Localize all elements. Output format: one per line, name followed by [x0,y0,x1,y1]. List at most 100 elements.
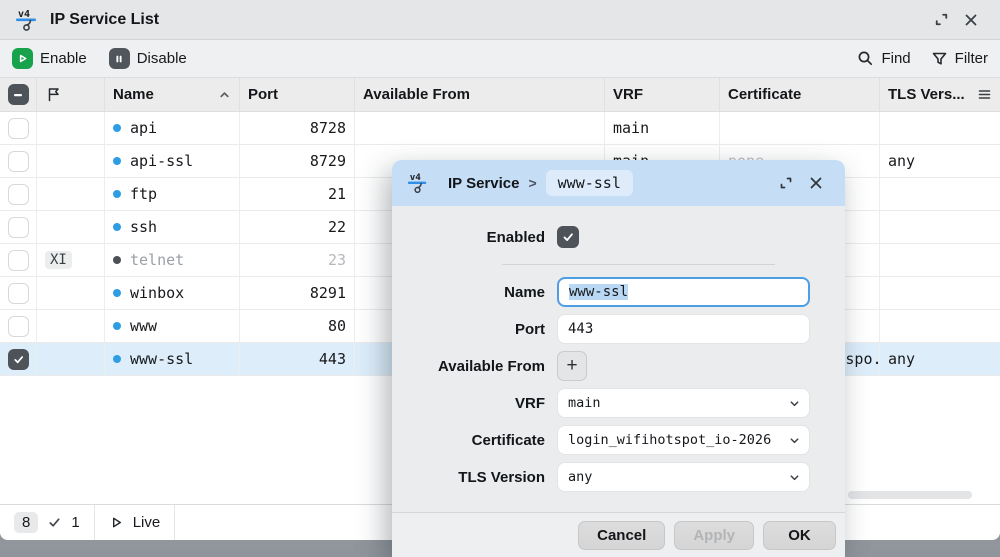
tls-column-label: TLS Vers... [888,86,965,103]
port-column-label: Port [248,86,278,103]
service-port: 21 [328,185,346,203]
column-header-port[interactable]: Port [240,78,355,111]
close-button[interactable] [956,6,986,34]
row-name-cell: ssh [105,211,240,243]
svg-text:v4: v4 [18,9,30,20]
certificate-select[interactable]: login_wifihotspot_io-2026 [557,425,810,455]
status-bullet-icon [113,223,121,231]
tls-version-label: TLS Version [392,469,545,486]
service-port: 23 [328,251,346,269]
row-flags-cell [37,112,105,144]
toolbar: Enable Disable Find [0,40,1000,78]
row-flags-cell [37,145,105,177]
name-input[interactable]: www-ssl [557,277,810,307]
row-port-cell: 21 [240,178,355,210]
port-value: 443 [568,321,593,337]
horizontal-scrollbar[interactable] [848,491,972,499]
certificate-value: login_wifihotspot_io-2026 [568,432,788,448]
disable-button[interactable]: Disable [109,48,187,69]
row-name-cell: winbox [105,277,240,309]
row-checkbox-cell [0,145,37,177]
service-port: 80 [328,317,346,335]
sort-asc-icon [218,88,231,101]
cancel-button[interactable]: Cancel [578,521,665,550]
close-icon [808,175,824,191]
service-name: api [130,119,157,137]
find-button[interactable]: Find [857,50,910,67]
maximize-button[interactable] [926,6,956,34]
row-checkbox[interactable] [8,316,29,337]
selected-count: 1 [71,514,79,531]
row-checkbox[interactable] [8,118,29,139]
column-header-vrf[interactable]: VRF [605,78,720,111]
check-icon [12,353,25,366]
row-checkbox[interactable] [8,151,29,172]
select-all-checkbox[interactable] [0,78,37,111]
vrf-label: VRF [392,395,545,412]
search-icon [857,50,874,67]
dialog-body: Enabled Name www-ssl Port 443 [392,206,845,492]
status-bullet-icon [113,190,121,198]
service-port: 8291 [310,284,346,302]
name-column-label: Name [113,86,154,103]
row-checkbox-cell [0,244,37,276]
indeterminate-checkbox-icon [8,84,29,105]
column-settings-icon[interactable] [977,87,992,102]
column-header-tls[interactable]: TLS Vers... [880,78,1000,111]
check-icon [561,230,575,244]
service-port: 8729 [310,152,346,170]
enabled-label: Enabled [392,229,545,246]
chevron-down-icon [788,471,801,484]
disable-label: Disable [137,50,187,67]
screen: v4 IP Service List [0,0,1000,557]
name-value: www-ssl [569,284,628,300]
apply-button[interactable]: Apply [674,521,754,550]
live-toggle[interactable]: Live [95,505,176,540]
ip-service-dialog: v4 IP Service > www-ssl Enabl [392,160,845,557]
dialog-maximize-button[interactable] [771,169,801,197]
live-label: Live [133,514,161,531]
service-name: www [130,317,157,335]
dialog-close-button[interactable] [801,169,831,197]
column-header-flags[interactable] [37,78,105,111]
window-title: IP Service List [50,11,159,29]
pause-icon [109,48,130,69]
counts-group: 8 1 [0,505,95,540]
filter-icon [931,50,948,67]
vrf-select[interactable]: main [557,388,810,418]
certificate-label: Certificate [392,432,545,449]
dialog-item-name: www-ssl [546,170,633,196]
row-checkbox[interactable] [8,184,29,205]
ip-service-icon: v4 [14,7,40,33]
row-checkbox[interactable] [8,250,29,271]
row-port-cell: 22 [240,211,355,243]
row-tls-cell [880,178,1000,210]
dialog-breadcrumb-root: IP Service [448,175,519,192]
filter-button[interactable]: Filter [931,50,988,67]
row-flags-cell [37,277,105,309]
add-available-from-button[interactable]: + [557,351,587,381]
row-port-cell: 23 [240,244,355,276]
column-header-certificate[interactable]: Certificate [720,78,880,111]
divider [502,264,775,265]
status-bullet-icon [113,256,121,264]
table-row[interactable]: api8728main [0,112,1000,145]
row-flags-cell [37,211,105,243]
column-header-available-from[interactable]: Available From [355,78,605,111]
port-input[interactable]: 443 [557,314,810,344]
enable-button[interactable]: Enable [12,48,87,69]
ok-button[interactable]: OK [763,521,836,550]
row-checkbox[interactable] [8,283,29,304]
row-checkbox-cell [0,310,37,342]
column-header-name[interactable]: Name [105,78,240,111]
enabled-checkbox[interactable] [557,226,579,248]
status-bullet-icon [113,289,121,297]
tls-version-select[interactable]: any [557,462,810,492]
filter-label: Filter [955,50,988,67]
row-name-cell: www-ssl [105,343,240,375]
row-checkbox[interactable] [8,217,29,238]
tls-version-value: any [568,469,788,485]
row-checkbox[interactable] [8,349,29,370]
status-bullet-icon [113,157,121,165]
service-port: 22 [328,218,346,236]
